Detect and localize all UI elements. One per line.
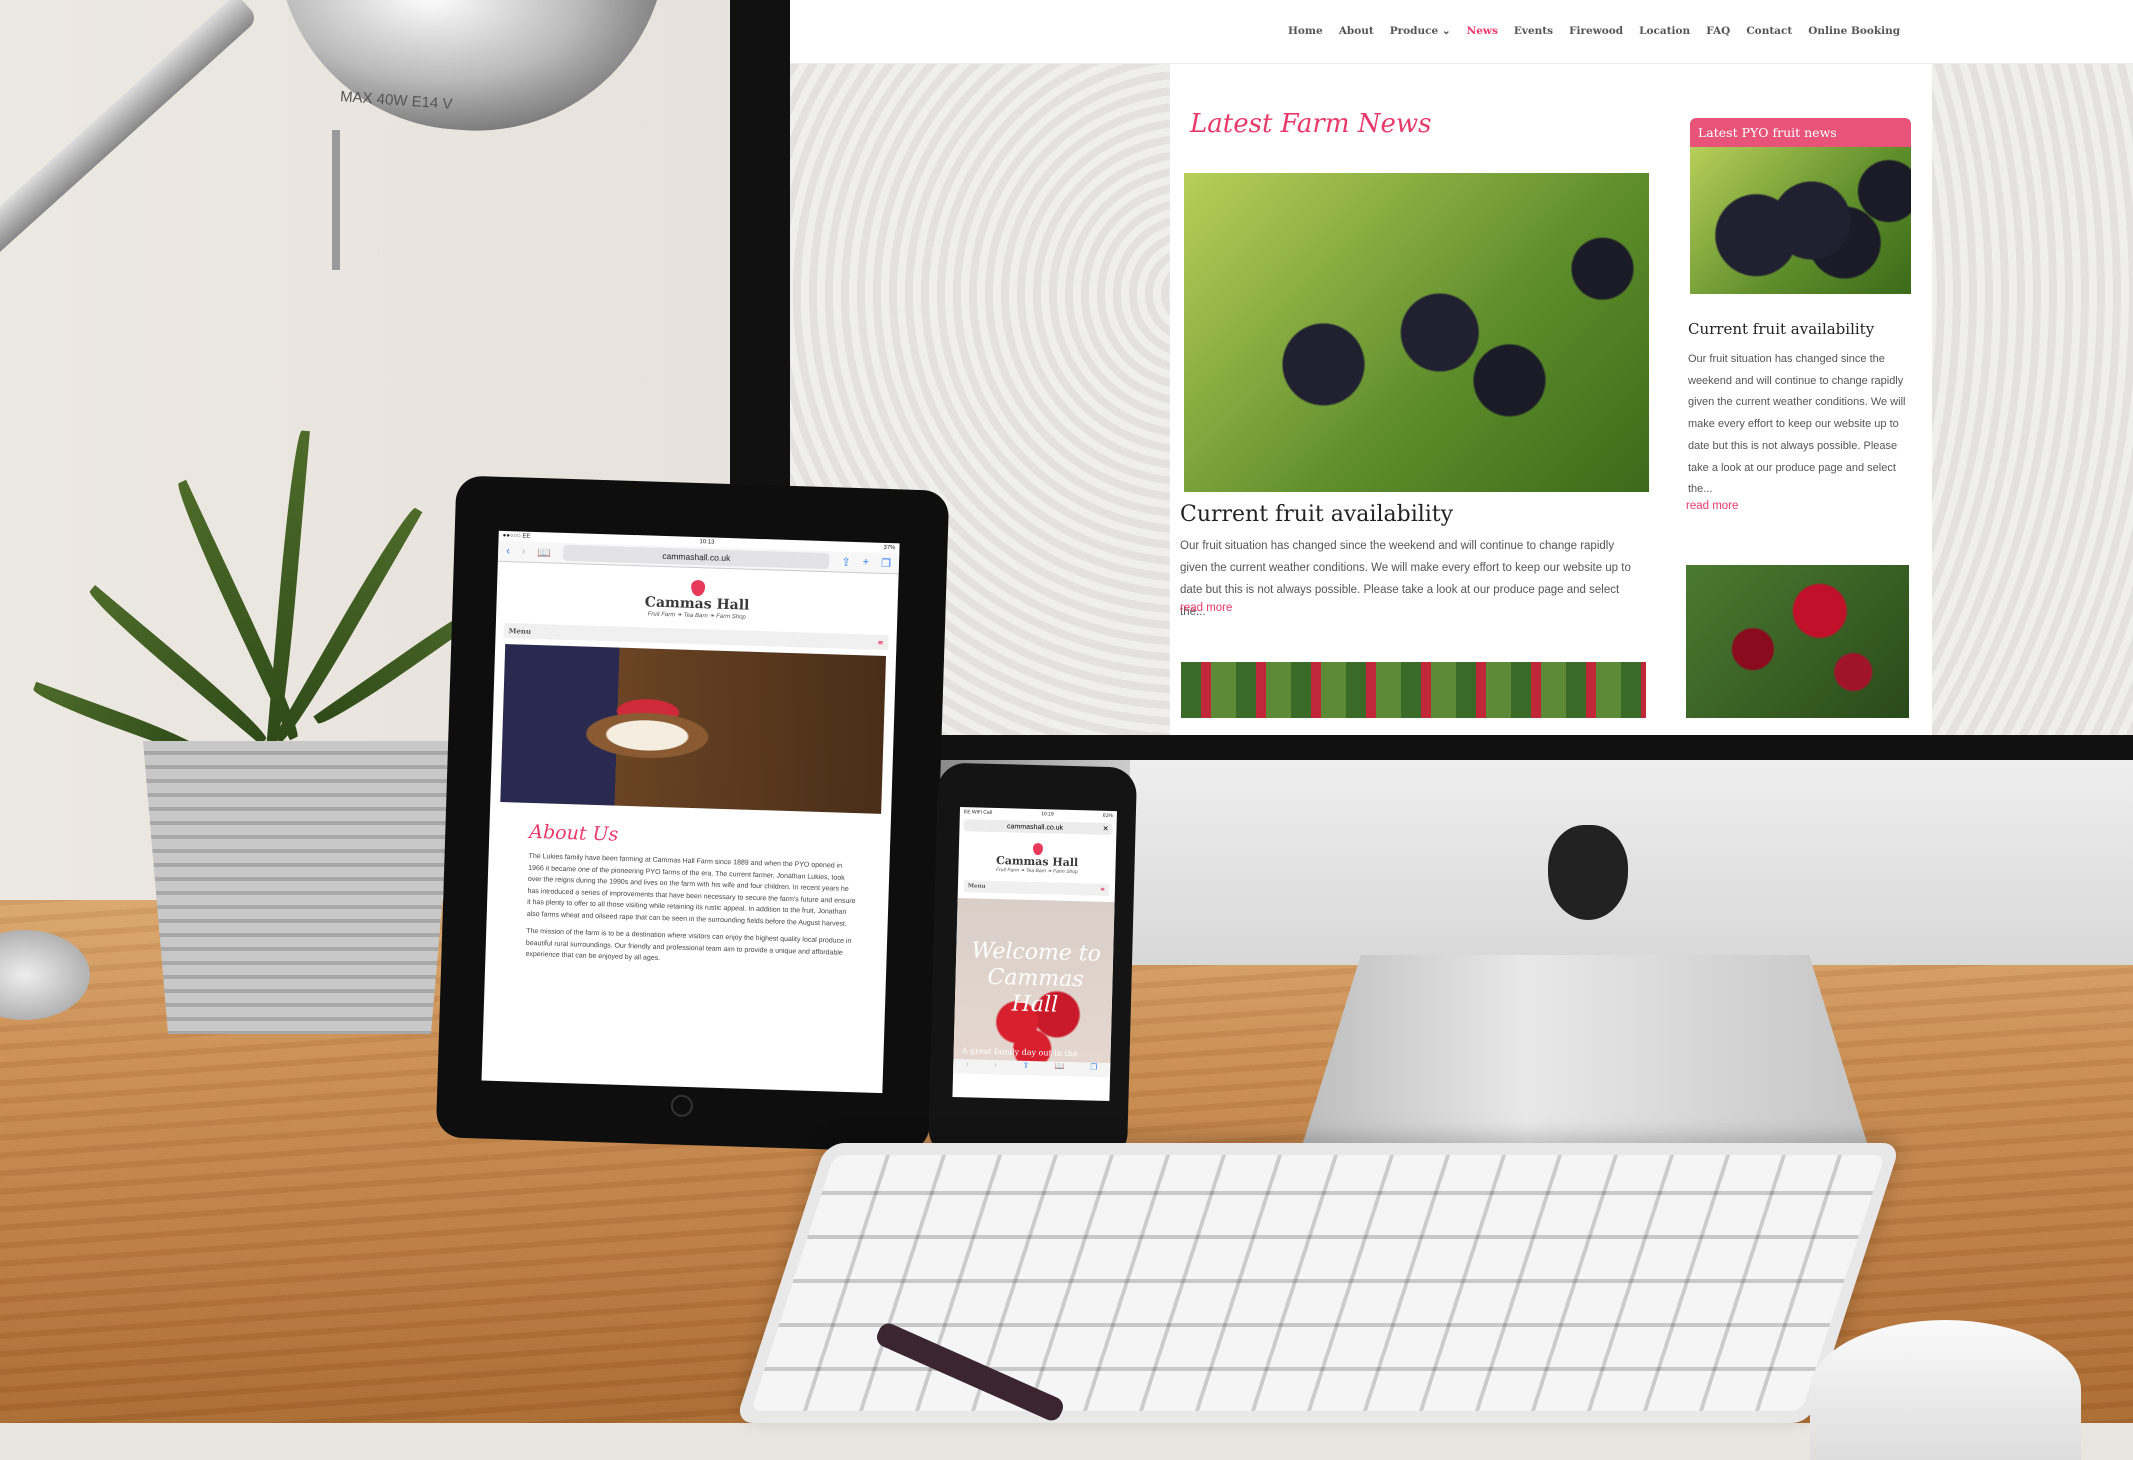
tabs-icon[interactable]: ❐ (881, 556, 891, 569)
back-icon[interactable]: ‹ (506, 545, 510, 557)
welcome-subtitle: A great family day out in the (961, 1046, 1078, 1059)
bookmarks-icon[interactable]: 📖 (537, 546, 551, 559)
nav-contact[interactable]: Contact (1746, 25, 1792, 37)
mission-paragraph: The mission of the farm is to be a desti… (525, 927, 852, 963)
monitor-chin (1130, 760, 2133, 965)
nav-location[interactable]: Location (1639, 25, 1690, 37)
lamp-rod (332, 130, 340, 270)
post-title[interactable]: Current fruit availability (1180, 502, 1453, 527)
sidebar-heading: Latest PYO fruit news (1690, 118, 1911, 147)
nav-online-booking[interactable]: Online Booking (1808, 25, 1900, 37)
url-text: cammashall.co.uk (1006, 822, 1064, 832)
home-button[interactable] (670, 1094, 694, 1118)
post-excerpt: Our fruit situation has changed since th… (1180, 540, 1631, 618)
plant-leaves (30, 429, 503, 760)
share-icon[interactable]: ⇪ (1022, 1061, 1029, 1075)
sidebar-blackcurrant-image[interactable] (1690, 147, 1911, 294)
hamburger-icon[interactable]: ≡ (1100, 887, 1105, 893)
carrier: ●●○○○ EE (502, 532, 531, 540)
nav-produce[interactable]: Produce ⌄ (1390, 25, 1451, 37)
read-more-link[interactable]: read more (1180, 602, 1232, 614)
sidebar-post-title[interactable]: Current fruit availability (1688, 320, 1874, 338)
page-title: Latest Farm News (1190, 109, 1432, 139)
carrier: EE WiFi Call (963, 809, 993, 816)
safari-bottom-toolbar: ‹ › ⇪ 📖 ❐ (953, 1058, 1111, 1078)
url-field[interactable]: cammashall.co.uk ✕ (963, 819, 1113, 836)
cake-hero-image (500, 644, 887, 814)
tablet: ●●○○○ EE 10:13 37% ‹ › 📖 cammashall.co.u… (435, 475, 950, 1153)
nav-events[interactable]: Events (1514, 25, 1553, 37)
new-tab-icon[interactable]: + (862, 556, 869, 568)
smartphone: EE WiFi Call 10:19 61% cammashall.co.uk … (927, 762, 1138, 1162)
nav-firewood[interactable]: Firewood (1569, 25, 1623, 37)
mouse (1810, 1320, 2081, 1460)
site-nav: Home About Produce ⌄ News Events Firewoo… (790, 0, 2133, 64)
apple-logo-icon (1548, 825, 1628, 920)
strawberry-icon (690, 579, 705, 597)
strawberry-icon (1032, 842, 1043, 856)
site-logo[interactable]: Cammas Hall Fruit Farm ❧ Tea Barn ❧ Farm… (958, 833, 1116, 876)
plant-pot (143, 741, 456, 1034)
keyboard (735, 1143, 1901, 1423)
phone-screen: EE WiFi Call 10:19 61% cammashall.co.uk … (952, 807, 1117, 1102)
cherry-image[interactable] (1686, 565, 1909, 718)
monitor-screen: Home About Produce ⌄ News Events Firewoo… (790, 0, 2133, 735)
welcome-heading: Welcome to Cammas Hall (971, 938, 1102, 1018)
battery: 61% (1102, 812, 1113, 820)
nav-faq[interactable]: FAQ (1706, 25, 1730, 37)
blackcurrant-image[interactable] (1184, 173, 1649, 492)
menu-bar[interactable]: Menu ≡ (963, 880, 1110, 896)
sidebar-post-excerpt: Our fruit situation has changed since th… (1688, 353, 1906, 496)
forward-icon[interactable]: › (994, 1060, 997, 1074)
bookmarks-icon[interactable]: 📖 (1055, 1062, 1065, 1076)
about-heading: About Us (529, 820, 619, 846)
nav-home[interactable]: Home (1288, 25, 1323, 37)
chevron-down-icon: ⌄ (1441, 25, 1451, 37)
sidebar-read-more-link[interactable]: read more (1686, 500, 1738, 512)
hamburger-icon[interactable]: ≡ (877, 638, 883, 647)
time: 10:13 (699, 539, 715, 546)
about-section: About Us The Lukies family have been far… (485, 802, 891, 972)
nav-produce-label: Produce (1389, 25, 1439, 37)
close-icon[interactable]: ✕ (1103, 825, 1109, 833)
menu-label: Menu (508, 626, 532, 636)
strawberry-hero-image: Welcome to Cammas Hall A great family da… (953, 898, 1115, 1078)
back-icon[interactable]: ‹ (966, 1059, 969, 1073)
forward-icon[interactable]: › (522, 546, 526, 558)
battery: 37% (883, 544, 896, 552)
menu-label: Menu (967, 883, 986, 890)
nav-about[interactable]: About (1339, 25, 1374, 37)
tablet-screen: ●●○○○ EE 10:13 37% ‹ › 📖 cammashall.co.u… (481, 530, 900, 1094)
content-area: Latest Farm News Current fruit availabil… (1170, 64, 1932, 735)
tabs-icon[interactable]: ❐ (1090, 1063, 1097, 1077)
nav-news[interactable]: News (1467, 25, 1498, 37)
strawberry-image[interactable] (1181, 662, 1646, 718)
time: 10:19 (1041, 811, 1054, 818)
about-paragraph: The Lukies family have been farming at C… (526, 852, 856, 928)
share-icon[interactable]: ⇪ (841, 555, 851, 568)
